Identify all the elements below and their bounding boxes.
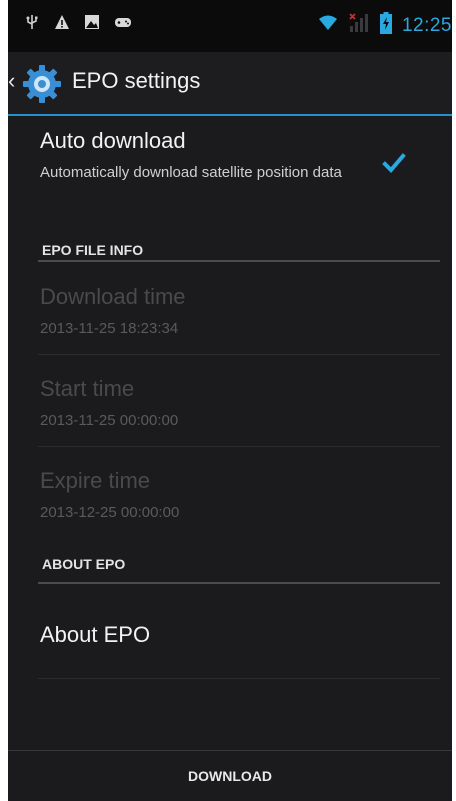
status-time: 12:25 xyxy=(401,14,452,36)
auto-download-preference[interactable]: Auto download Automatically download sat… xyxy=(8,116,452,216)
wifi-icon xyxy=(318,14,338,37)
gear-icon[interactable] xyxy=(20,62,64,106)
download-button[interactable]: DOWNLOAD xyxy=(8,751,452,801)
phone-screen: 12:25 ‹ EPO settings Auto download Autom… xyxy=(8,0,452,801)
auto-download-title: Auto download xyxy=(40,128,186,153)
status-bar: 12:25 xyxy=(8,0,452,52)
about-epo-item[interactable]: About EPO xyxy=(8,586,452,678)
bottom-button-bar: DOWNLOAD xyxy=(8,750,452,801)
download-time-label: Download time xyxy=(40,284,186,309)
expire-time-value: 2013-12-25 00:00:00 xyxy=(40,504,180,521)
download-time-preference: Download time 2013-11-25 18:23:34 xyxy=(8,264,452,354)
start-time-value: 2013-11-25 00:00:00 xyxy=(40,412,179,429)
section-header-file-info: EPO FILE INFO xyxy=(42,242,144,258)
usb-icon xyxy=(24,14,40,30)
section-header-about: ABOUT EPO xyxy=(42,556,126,572)
start-time-label: Start time xyxy=(40,376,135,401)
row-divider xyxy=(38,678,440,679)
warning-icon xyxy=(54,14,70,30)
image-icon xyxy=(84,14,100,30)
system-status-icons: 12:25 xyxy=(318,12,452,39)
expire-time-preference: Expire time 2013-12-25 00:00:00 xyxy=(8,448,452,538)
download-time-value: 2013-11-25 18:23:34 xyxy=(40,320,179,337)
signal-icon xyxy=(348,12,370,39)
game-controller-icon xyxy=(114,14,131,30)
page-title: EPO settings xyxy=(72,68,201,93)
about-epo-label: About EPO xyxy=(40,622,151,647)
row-divider xyxy=(38,354,440,355)
section-divider xyxy=(38,260,440,262)
expire-time-label: Expire time xyxy=(40,468,151,493)
start-time-preference: Start time 2013-11-25 00:00:00 xyxy=(8,356,452,446)
section-divider xyxy=(38,582,440,584)
row-divider xyxy=(38,446,440,447)
auto-download-summary: Automatically download satellite positio… xyxy=(40,164,342,181)
action-bar: ‹ EPO settings xyxy=(8,52,452,116)
chevron-left-icon[interactable]: ‹ xyxy=(8,70,15,92)
battery-icon xyxy=(379,12,392,39)
notification-icons xyxy=(24,14,131,30)
auto-download-checkbox[interactable] xyxy=(382,152,406,176)
